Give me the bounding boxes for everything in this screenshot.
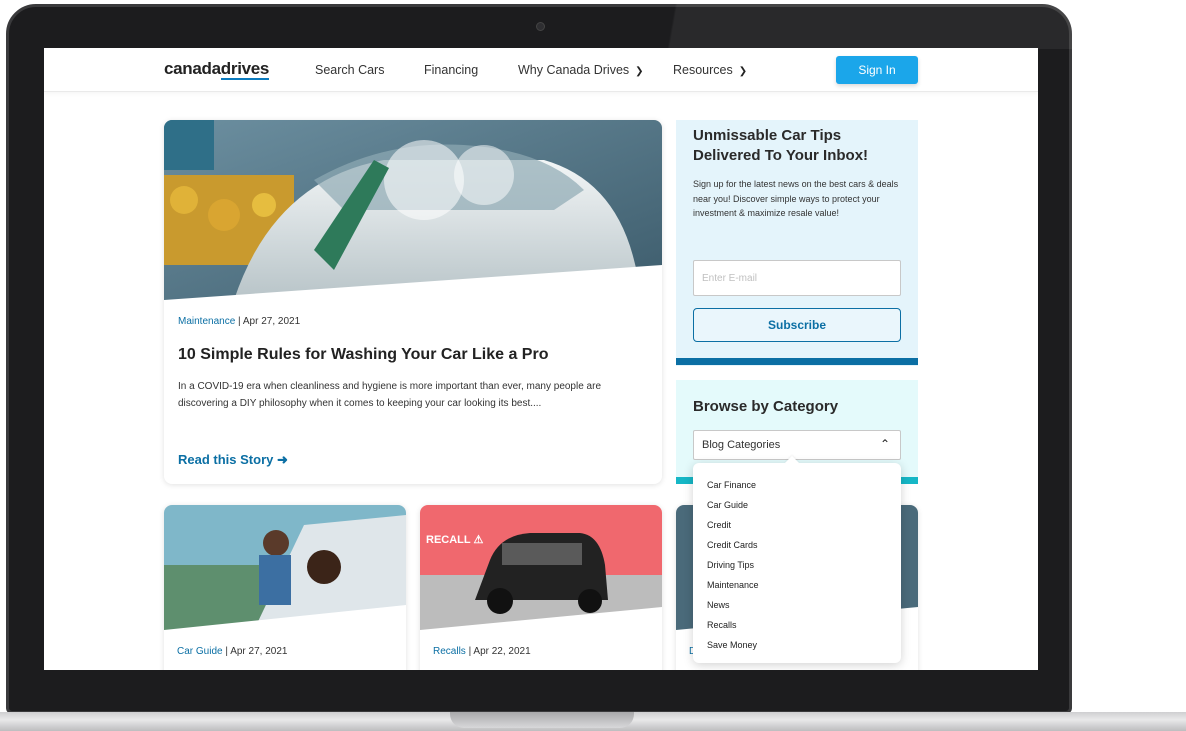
chevron-down-icon: ❯	[738, 66, 748, 77]
featured-meta: Maintenance | Apr 27, 2021	[178, 316, 300, 327]
laptop-sheen	[640, 4, 1072, 49]
dropdown-option-recalls[interactable]: Recalls	[693, 615, 901, 635]
recalls-meta: Recalls | Apr 22, 2021	[433, 646, 531, 657]
car-guide-date: Apr 27, 2021	[230, 646, 288, 657]
logo-accent: drives	[220, 59, 270, 80]
recalls-category-link[interactable]: Recalls	[433, 646, 466, 657]
select-label: Blog Categories	[702, 439, 781, 451]
nav-search-cars[interactable]: Search Cars	[315, 63, 384, 77]
blog-categories-select[interactable]: Blog Categories ⌃	[693, 430, 901, 460]
featured-date: Apr 27, 2021	[242, 316, 301, 327]
categories-dropdown: Car Finance Car Guide Credit Credit Card…	[693, 463, 901, 663]
car-guide-category-link[interactable]: Car Guide	[177, 646, 223, 657]
car-wash-image	[164, 120, 662, 300]
read-story-label: Read this Story	[178, 452, 274, 467]
browser-screen: canadadrives Search Cars Financing Why C…	[44, 48, 1038, 670]
chevron-up-icon: ⌃	[879, 437, 890, 451]
featured-category-link[interactable]: Maintenance	[178, 316, 235, 327]
nav-resources-label: Resources	[673, 63, 733, 77]
nav-financing-label: Financing	[424, 63, 479, 77]
recall-tag: RECALL ⚠	[426, 533, 483, 546]
car-guide-meta: Car Guide | Apr 27, 2021	[177, 646, 287, 657]
dropdown-option-save-money[interactable]: Save Money	[693, 635, 901, 655]
nav-financing[interactable]: Financing	[424, 63, 478, 77]
featured-title[interactable]: 10 Simple Rules for Washing Your Car Lik…	[178, 346, 548, 364]
nav-resources[interactable]: Resources ❯	[673, 63, 747, 77]
nav-search-cars-label: Search Cars	[315, 63, 385, 77]
sign-in-button[interactable]: Sign In	[836, 56, 918, 84]
browse-title: Browse by Category	[693, 398, 839, 415]
read-story-link[interactable]: Read this Story ➜	[178, 452, 288, 468]
car-trip-image	[164, 505, 406, 630]
chevron-down-icon: ❯	[635, 66, 644, 77]
email-field[interactable]	[693, 260, 901, 296]
newsletter-text: Sign up for the latest news on the best …	[693, 179, 899, 218]
laptop-base-notch	[450, 712, 634, 728]
dropdown-option-car-finance[interactable]: Car Finance	[693, 475, 901, 495]
nav-why-label: Why Canada Drives	[518, 63, 630, 77]
arrow-right-icon: ➜	[276, 452, 288, 467]
featured-article-card[interactable]: Maintenance | Apr 27, 2021 10 Simple Rul…	[164, 120, 662, 484]
nav-why-canada-drives[interactable]: Why Canada Drives ❯	[518, 63, 644, 77]
dropdown-option-news[interactable]: News	[693, 595, 901, 615]
dropdown-option-driving-tips[interactable]: Driving Tips	[693, 555, 901, 575]
newsletter-accent-bar	[676, 358, 918, 365]
logo[interactable]: canadadrives	[164, 59, 270, 80]
meta-separator: |	[235, 316, 243, 327]
recall-suv-image	[420, 505, 662, 630]
featured-excerpt: In a COVID-19 era when cleanliness and h…	[178, 381, 602, 409]
article-card-car-guide[interactable]: Car Guide | Apr 27, 2021	[164, 505, 406, 670]
article-card-recalls[interactable]: RECALL ⚠ Recalls | Apr 22, 2021	[420, 505, 662, 670]
dropdown-option-credit[interactable]: Credit	[693, 515, 901, 535]
newsletter-title: Unmissable Car Tips Delivered To Your In…	[693, 127, 869, 164]
recall-tag-label: RECALL	[426, 534, 471, 546]
dropdown-option-car-guide[interactable]: Car Guide	[693, 495, 901, 515]
newsletter-panel: Unmissable Car Tips Delivered To Your In…	[676, 120, 918, 366]
subscribe-button[interactable]: Subscribe	[693, 308, 901, 342]
logo-main: canada	[164, 59, 221, 78]
camera-icon	[536, 22, 545, 31]
dropdown-option-credit-cards[interactable]: Credit Cards	[693, 535, 901, 555]
top-nav: canadadrives Search Cars Financing Why C…	[44, 48, 1038, 92]
warning-icon: ⚠	[473, 534, 484, 546]
dropdown-option-maintenance[interactable]: Maintenance	[693, 575, 901, 595]
recalls-date: Apr 22, 2021	[473, 646, 531, 657]
